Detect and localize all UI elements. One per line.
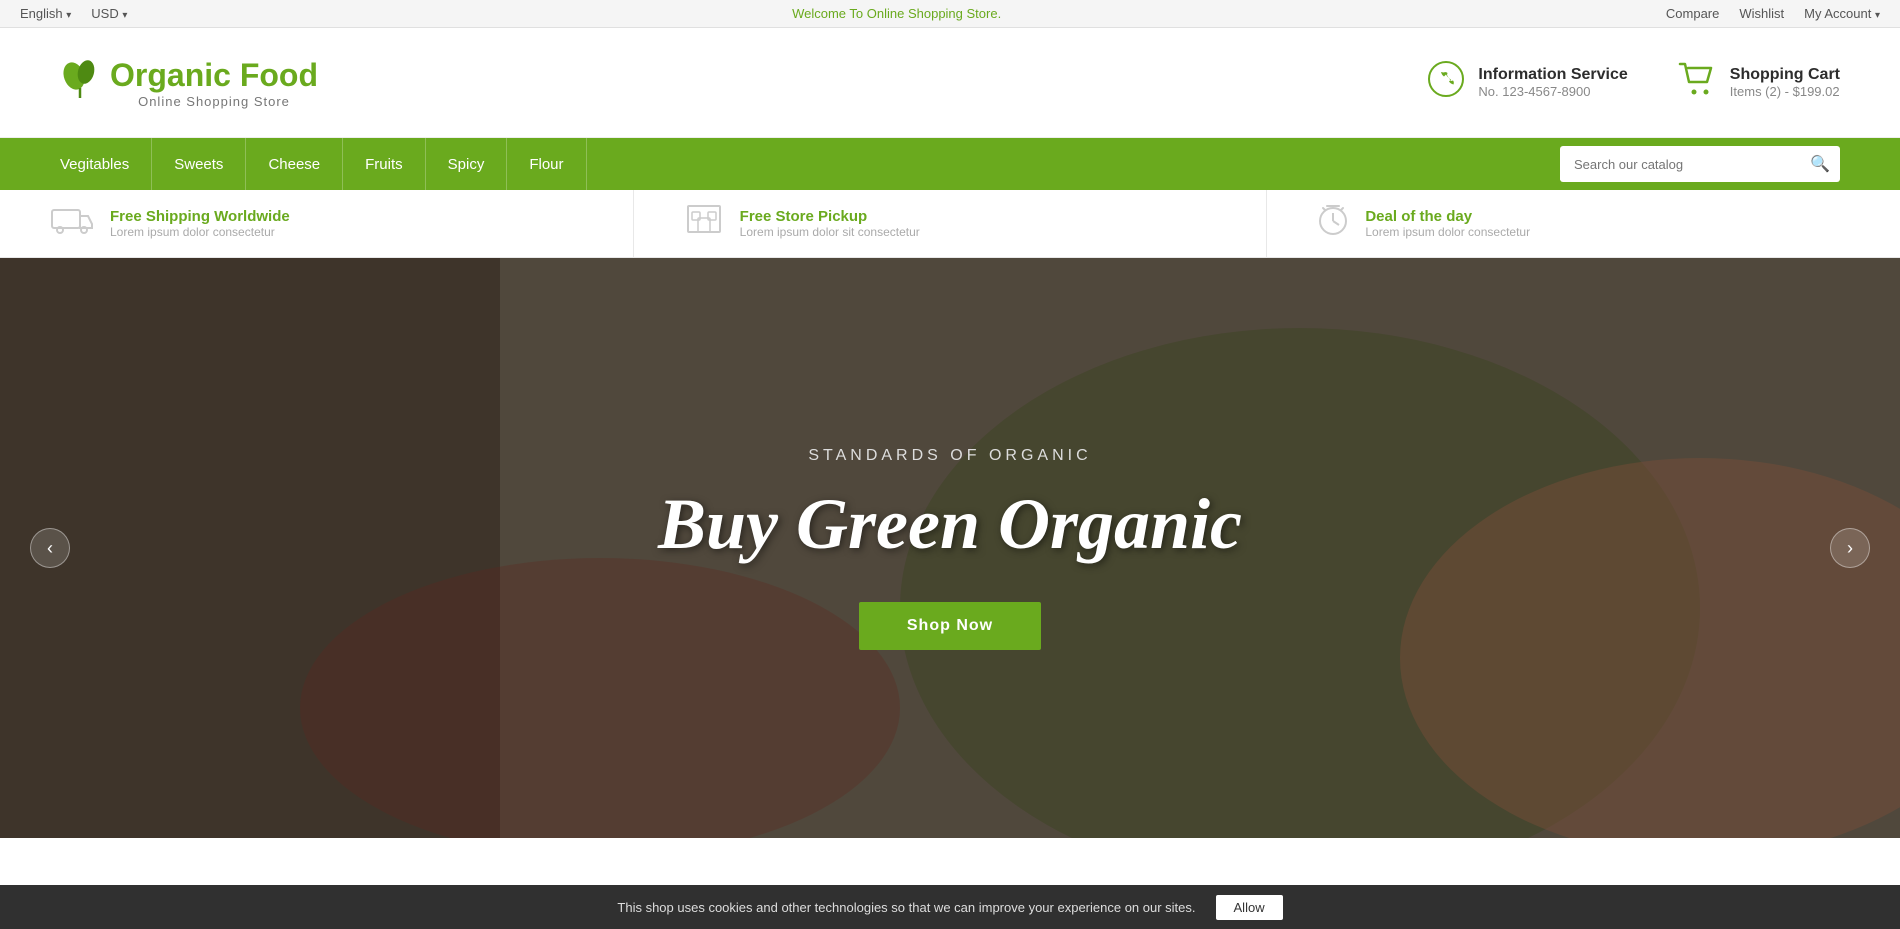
info-number: No. 123-4567-8900 xyxy=(1478,84,1627,99)
feature-deal-content: Deal of the day Lorem ipsum dolor consec… xyxy=(1365,208,1530,239)
logo-food: Food xyxy=(231,57,318,93)
shop-now-button[interactable]: Shop Now xyxy=(859,602,1041,650)
logo-brand: Organic Food xyxy=(110,57,318,94)
cookie-message: This shop uses cookies and other technol… xyxy=(617,900,1195,915)
cart-label: Shopping Cart xyxy=(1730,66,1840,84)
cart-section[interactable]: Shopping Cart Items (2) - $199.02 xyxy=(1678,62,1840,104)
phone-icon xyxy=(1428,61,1464,105)
header-right: Information Service No. 123-4567-8900 Sh… xyxy=(1428,61,1840,105)
hero-next-button[interactable]: › xyxy=(1830,528,1870,568)
language-selector[interactable]: English ▾ xyxy=(20,6,71,21)
cart-items: Items (2) - $199.02 xyxy=(1730,84,1840,99)
welcome-message: Welcome To Online Shopping Store. xyxy=(792,6,1001,21)
top-bar-left: English ▾ USD ▾ xyxy=(20,6,127,21)
logo-subtitle: Online Shopping Store xyxy=(110,94,318,109)
nav-cheese[interactable]: Cheese xyxy=(246,138,343,190)
search-bar: 🔍 xyxy=(1560,146,1840,182)
top-bar-right: Compare Wishlist My Account ▾ xyxy=(1666,6,1880,21)
wishlist-link[interactable]: Wishlist xyxy=(1739,6,1784,21)
hero-content: STANDARDS OF ORGANIC Buy Green Organic S… xyxy=(658,447,1242,650)
cart-icon xyxy=(1678,62,1716,104)
feature-shipping-title: Free Shipping Worldwide xyxy=(110,208,290,225)
nav-fruits[interactable]: Fruits xyxy=(343,138,426,190)
clock-icon xyxy=(1317,203,1349,244)
language-dropdown-arrow: ▾ xyxy=(66,10,71,21)
top-bar: English ▾ USD ▾ Welcome To Online Shoppi… xyxy=(0,0,1900,28)
welcome-link[interactable]: Online Shopping Store. xyxy=(867,6,1001,21)
logo-icon xyxy=(60,58,100,107)
info-service: Information Service No. 123-4567-8900 xyxy=(1428,61,1627,105)
nav-vegitables[interactable]: Vegitables xyxy=(60,138,152,190)
nav-sweets[interactable]: Sweets xyxy=(152,138,246,190)
hero-prev-button[interactable]: ‹ xyxy=(30,528,70,568)
compare-link[interactable]: Compare xyxy=(1666,6,1719,21)
feature-pickup-title: Free Store Pickup xyxy=(740,208,920,225)
header: Organic Food Online Shopping Store Infor… xyxy=(0,28,1900,138)
feature-deal-desc: Lorem ipsum dolor consectetur xyxy=(1365,225,1530,239)
currency-dropdown-arrow: ▾ xyxy=(122,10,127,21)
feature-pickup-content: Free Store Pickup Lorem ipsum dolor sit … xyxy=(740,208,920,239)
hero-section: STANDARDS OF ORGANIC Buy Green Organic S… xyxy=(0,258,1900,838)
feature-deal-title: Deal of the day xyxy=(1365,208,1530,225)
hero-title: Buy Green Organic xyxy=(658,483,1242,566)
nav-spicy[interactable]: Spicy xyxy=(426,138,508,190)
logo-text: Organic Food Online Shopping Store xyxy=(110,57,318,109)
info-label: Information Service xyxy=(1478,66,1627,84)
hero-subtitle: STANDARDS OF ORGANIC xyxy=(658,447,1242,465)
nav-items: Vegitables Sweets Cheese Fruits Spicy Fl… xyxy=(60,138,587,190)
store-icon xyxy=(684,204,724,243)
account-dropdown-arrow: ▾ xyxy=(1875,10,1880,21)
feature-shipping-content: Free Shipping Worldwide Lorem ipsum dolo… xyxy=(110,208,290,239)
logo-organic: Organic xyxy=(110,57,231,93)
nav-flour[interactable]: Flour xyxy=(507,138,586,190)
navbar: Vegitables Sweets Cheese Fruits Spicy Fl… xyxy=(0,138,1900,190)
feature-deal: Deal of the day Lorem ipsum dolor consec… xyxy=(1267,190,1900,257)
cookie-allow-button[interactable]: Allow xyxy=(1216,895,1283,920)
currency-selector[interactable]: USD ▾ xyxy=(91,6,127,21)
cookie-bar: This shop uses cookies and other technol… xyxy=(0,885,1900,929)
feature-shipping-desc: Lorem ipsum dolor consectetur xyxy=(110,225,290,239)
truck-icon xyxy=(50,204,94,243)
search-input[interactable] xyxy=(1560,149,1800,180)
info-text: Information Service No. 123-4567-8900 xyxy=(1478,66,1627,99)
cart-text: Shopping Cart Items (2) - $199.02 xyxy=(1730,66,1840,99)
search-button[interactable]: 🔍 xyxy=(1800,146,1840,182)
feature-bar: Free Shipping Worldwide Lorem ipsum dolo… xyxy=(0,190,1900,258)
feature-pickup: Free Store Pickup Lorem ipsum dolor sit … xyxy=(634,190,1268,257)
feature-pickup-desc: Lorem ipsum dolor sit consectetur xyxy=(740,225,920,239)
my-account-link[interactable]: My Account ▾ xyxy=(1804,6,1880,21)
feature-shipping: Free Shipping Worldwide Lorem ipsum dolo… xyxy=(0,190,634,257)
logo[interactable]: Organic Food Online Shopping Store xyxy=(60,57,318,109)
